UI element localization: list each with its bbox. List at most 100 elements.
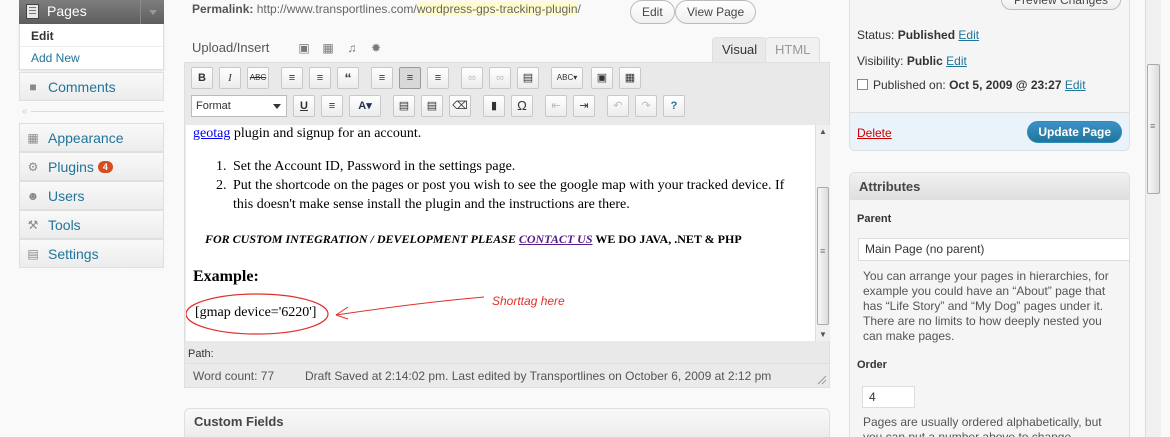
appearance-icon: ▦ <box>27 131 39 145</box>
list-item-number: 2. <box>216 178 227 193</box>
menu-toggle-arrow-icon[interactable] <box>140 0 164 24</box>
status-edit-link[interactable]: Edit <box>958 28 979 42</box>
comment-icon: ■ <box>29 80 37 94</box>
instructions-list: 1. Set the Account ID, Password in the se… <box>216 157 806 214</box>
align-left-icon[interactable]: ≡ <box>371 67 393 89</box>
contact-us-link[interactable]: CONTACT US <box>519 232 593 246</box>
align-center-icon[interactable]: ≡ <box>399 67 421 89</box>
strikethrough-button[interactable]: ABC <box>247 67 269 89</box>
view-page-button[interactable]: View Page <box>675 0 757 24</box>
content-intro-line: geotag plugin and signup for an account. <box>193 126 421 142</box>
underline-button[interactable]: U <box>293 95 315 117</box>
media-buttons: ▣ ▦ ♫ ✹ <box>298 40 394 55</box>
numbered-list-icon[interactable]: ≡ <box>309 67 331 89</box>
menu-appearance[interactable]: ▦ Appearance <box>19 123 164 152</box>
unlink-icon[interactable]: ∞ <box>489 67 511 89</box>
list-item: 2. Put the shortcode on the pages or post… <box>216 176 806 214</box>
fullscreen-icon[interactable]: ▣ <box>591 67 613 89</box>
permalink-base-url: http://www.transportlines.com/ <box>256 2 417 16</box>
post-editor: B I ABC ≡ ≡ “ ≡ ≡ ≡ ∞ ∞ ▤ ABC▾ ▣ ▦ Forma… <box>184 62 830 388</box>
embed-media-icon[interactable]: ▮ <box>483 95 505 117</box>
insert-link-icon[interactable]: ∞ <box>461 67 483 89</box>
menu-settings[interactable]: ▤ Settings <box>19 239 164 268</box>
text-color-icon[interactable]: A▾ <box>349 95 381 117</box>
menu-settings-label: Settings <box>48 246 99 262</box>
status-label: Status: <box>857 28 895 42</box>
attributes-header[interactable]: Attributes <box>850 173 1129 200</box>
list-item-number: 1. <box>216 159 227 174</box>
outdent-icon[interactable]: ⇤ <box>545 95 567 117</box>
undo-icon[interactable]: ↶ <box>607 95 629 117</box>
collapse-arrow-icon[interactable]: « <box>22 106 28 117</box>
add-video-icon[interactable]: ▦ <box>322 42 334 54</box>
redo-icon[interactable]: ↷ <box>635 95 657 117</box>
menu-plugins[interactable]: ⚙ Plugins 4 <box>19 152 164 181</box>
remove-format-icon[interactable]: ⌫ <box>449 95 471 117</box>
justify-icon[interactable]: ≡ <box>321 95 343 117</box>
indent-icon[interactable]: ⇥ <box>573 95 595 117</box>
bullet-list-icon[interactable]: ≡ <box>281 67 303 89</box>
permalink-slug[interactable]: wordpress-gps-tracking-plugin <box>416 2 578 16</box>
tab-html[interactable]: HTML <box>765 37 821 63</box>
menu-pages-label: Pages <box>47 3 87 19</box>
example-heading: Example: <box>193 268 259 285</box>
annotation-arrow-line <box>335 296 485 316</box>
paste-text-icon[interactable]: ▤ <box>393 95 415 117</box>
add-media-icon[interactable]: ✹ <box>370 42 382 54</box>
published-on-edit-link[interactable]: Edit <box>1065 78 1086 92</box>
list-item: 1. Set the Account ID, Password in the se… <box>216 157 806 176</box>
permalink-trailing-slash: / <box>577 2 581 16</box>
special-character-icon[interactable]: Ω <box>511 95 533 117</box>
window-scroll-thumb[interactable] <box>1147 64 1160 194</box>
delete-link[interactable]: Delete <box>857 126 892 140</box>
main-content: Permalink: http://www.transportlines.com… <box>184 0 830 437</box>
scroll-up-icon[interactable]: ▲ <box>819 127 827 136</box>
menu-tools[interactable]: ⚒ Tools <box>19 210 164 239</box>
parent-label: Parent <box>857 213 892 225</box>
order-input[interactable]: 4 <box>862 386 915 408</box>
custom-text-after: WE DO JAVA, .NET & PHP <box>592 232 742 246</box>
annotation-note: Shorttag here <box>492 294 565 308</box>
list-item-text: Set the Account ID, Password in the sett… <box>233 159 516 174</box>
add-audio-icon[interactable]: ♫ <box>346 42 358 54</box>
bold-button[interactable]: B <box>191 67 213 89</box>
custom-fields-box[interactable]: Custom Fields <box>184 408 830 437</box>
parent-select[interactable]: Main Page (no parent) <box>858 238 1129 261</box>
window-scrollbar[interactable] <box>1145 0 1161 437</box>
menu-users[interactable]: ☻ Users <box>19 181 164 210</box>
italic-button[interactable]: I <box>219 67 241 89</box>
menu-comments[interactable]: ■ Comments <box>19 72 164 101</box>
word-count: Word count: 77 <box>193 369 275 383</box>
editor-status-bar: Word count: 77 Draft Saved at 2:14:02 pm… <box>185 363 829 387</box>
format-select[interactable]: Format <box>191 95 287 117</box>
add-image-icon[interactable]: ▣ <box>298 42 310 54</box>
permalink-edit-button[interactable]: Edit <box>630 0 675 24</box>
blockquote-icon[interactable]: “ <box>337 67 359 89</box>
submenu-divider <box>20 46 163 47</box>
users-icon: ☻ <box>26 189 40 203</box>
spellcheck-icon[interactable]: ABC▾ <box>551 67 583 89</box>
editor-content[interactable]: geotag plugin and signup for an account.… <box>186 125 815 341</box>
tab-visual[interactable]: Visual <box>712 37 768 63</box>
help-icon[interactable]: ? <box>663 95 685 117</box>
align-right-icon[interactable]: ≡ <box>427 67 449 89</box>
submenu-add-new[interactable]: Add New <box>31 51 80 65</box>
visibility-edit-link[interactable]: Edit <box>946 54 967 68</box>
scroll-down-icon[interactable]: ▼ <box>819 330 827 339</box>
resize-grip-icon[interactable] <box>817 375 827 385</box>
menu-plugins-label: Plugins 4 <box>48 159 113 175</box>
scroll-thumb[interactable] <box>817 187 829 325</box>
menu-pages[interactable]: Pages <box>19 0 164 24</box>
editor-scrollbar[interactable]: ▲ ▼ <box>815 125 830 341</box>
settings-icon: ▤ <box>27 247 39 261</box>
paste-word-icon[interactable]: ▤ <box>421 95 443 117</box>
update-page-button[interactable]: Update Page <box>1027 121 1122 143</box>
submenu-edit[interactable]: Edit <box>31 29 54 43</box>
preview-changes-button[interactable]: Preview Changes <box>1000 0 1121 10</box>
geotag-link[interactable]: geotag <box>193 126 230 141</box>
kitchen-sink-icon[interactable]: ▦ <box>619 67 641 89</box>
content-intro-text: plugin and signup for an account. <box>230 126 422 141</box>
editor-path: Path: <box>188 348 214 360</box>
more-tag-icon[interactable]: ▤ <box>517 67 539 89</box>
menu-collapse-separator[interactable]: « <box>19 106 164 117</box>
